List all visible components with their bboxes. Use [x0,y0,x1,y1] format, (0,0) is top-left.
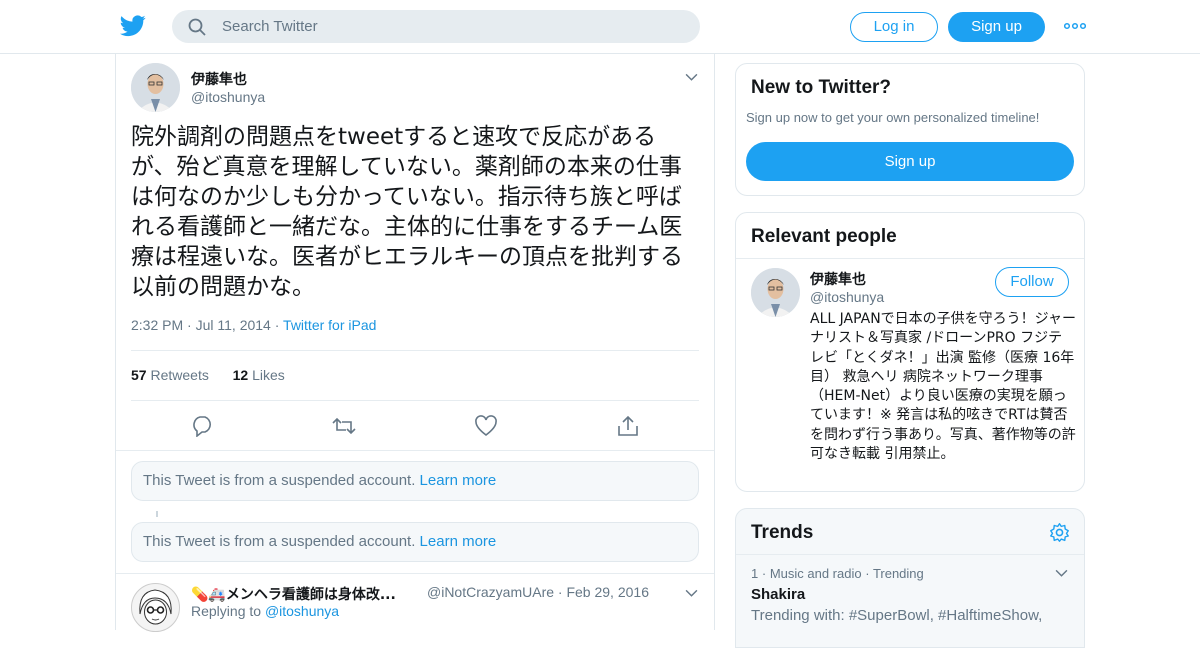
person-portrait-icon [751,268,800,317]
separator: · [187,317,196,333]
more-dots-icon[interactable] [1064,18,1086,34]
author-name[interactable]: 伊藤隼也 [191,69,247,89]
avatar[interactable] [751,268,800,317]
notice-text: This Tweet is from a suspended account. [143,472,416,489]
login-button[interactable]: Log in [850,12,938,42]
follow-button[interactable]: Follow [995,267,1069,297]
trend-rank: 1 [751,566,759,581]
divider [116,573,714,574]
reply-date[interactable]: Feb 29, 2016 [566,584,649,600]
top-navigation-bar: Log in Sign up [0,0,1200,54]
retweets-count: 57 [131,367,147,383]
trend-category: Music and radio [769,566,862,581]
replying-to-label: Replying to [191,603,262,619]
tweet-stats: 57 Retweets 12 Likes [131,367,285,383]
reply-avatar[interactable] [131,583,180,632]
likes-stat[interactable]: 12 Likes [233,367,285,383]
chevron-down-icon[interactable] [685,73,698,82]
reply-handle[interactable]: @iNotCrazyamUAre [427,584,554,600]
tweet-source-link[interactable]: Twitter for iPad [283,317,376,333]
person-handle[interactable]: @itoshunya [810,289,884,305]
chevron-down-icon[interactable] [685,589,698,598]
likes-count: 12 [232,367,249,383]
trends-card: Trends 1 · Music and radio · Trending Sh… [735,508,1085,648]
suspended-notice: This Tweet is from a suspended account. … [131,461,699,501]
chevron-down-icon[interactable] [1055,569,1068,578]
reply-author-handle[interactable]: @iNotCrazyamUAre · Feb 29, 2016 [427,584,649,600]
card-subtitle: Sign up now to get your own personalized… [746,110,1040,125]
retweets-stat[interactable]: 57 Retweets [131,367,209,383]
divider [131,400,699,401]
tweet-text: 院外調剤の問題点をtweetすると速攻で反応があるが、殆ど真意を理解していない。… [131,124,683,300]
relevant-people-card: Relevant people 伊藤隼也 @itoshunya Follow A… [735,212,1085,492]
tweet-date[interactable]: Jul 11, 2014 [196,317,271,333]
separator: · [865,566,873,581]
reply-icon[interactable] [191,415,215,437]
retweets-label: Retweets [150,367,209,383]
replying-to-handle[interactable]: @itoshunya [265,603,339,619]
search-input[interactable] [222,10,682,43]
new-to-twitter-card: New to Twitter? Sign up now to get your … [735,63,1085,196]
search-bar[interactable] [172,10,700,43]
thread-connector [156,511,158,517]
divider [131,350,699,351]
card-title: Relevant people [751,226,897,247]
relevant-person: 伊藤隼也 @itoshunya Follow ALL JAPANで日本の子供を守… [736,259,1084,491]
author-handle[interactable]: @itoshunya [191,89,265,105]
likes-label: Likes [252,367,285,383]
twitter-bird-icon[interactable] [120,14,146,38]
avatar[interactable] [131,63,180,112]
separator: · [761,566,770,581]
signup-button[interactable]: Sign up [746,142,1074,181]
like-heart-icon[interactable] [474,415,498,437]
retweet-icon[interactable] [332,415,356,437]
learn-more-link[interactable]: Learn more [420,533,497,550]
signup-button[interactable]: Sign up [948,12,1045,42]
gear-icon[interactable] [1049,522,1070,543]
card-title: New to Twitter? [751,77,892,98]
card-title: Trends [751,522,814,543]
separator: · [274,317,284,333]
trend-related: Trending with: #SuperBowl, #HalftimeShow… [751,607,1043,624]
trend-context: 1 · Music and radio · Trending [751,566,924,581]
share-icon[interactable] [616,415,640,437]
tweet-time: 2:32 PM [131,317,184,333]
person-name[interactable]: 伊藤隼也 [810,269,866,289]
person-bio: ALL JAPANで日本の子供を守ろう！ジャーナリスト＆写真家 /ドローンPRO… [810,311,1076,463]
person-portrait-icon [131,63,180,112]
notice-text: This Tweet is from a suspended account. [143,533,416,550]
trend-item[interactable]: 1 · Music and radio · Trending Shakira T… [736,555,1084,645]
trend-status: Trending [872,566,924,581]
learn-more-link[interactable]: Learn more [420,472,497,489]
tweet-metadata: 2:32 PM · Jul 11, 2014 · Twitter for iPa… [131,317,376,333]
divider [116,450,714,451]
reply-author-name[interactable]: 💊🚑メンヘラ看護師は身体改... [191,584,427,604]
anime-portrait-icon [139,589,172,625]
replying-to: Replying to @itoshunya [191,603,339,619]
search-icon [188,18,206,36]
trend-name[interactable]: Shakira [751,586,805,603]
suspended-notice: This Tweet is from a suspended account. … [131,522,699,562]
main-tweet-column: 伊藤隼也 @itoshunya 院外調剤の問題点をtweetすると速攻で反応があ… [115,54,715,632]
